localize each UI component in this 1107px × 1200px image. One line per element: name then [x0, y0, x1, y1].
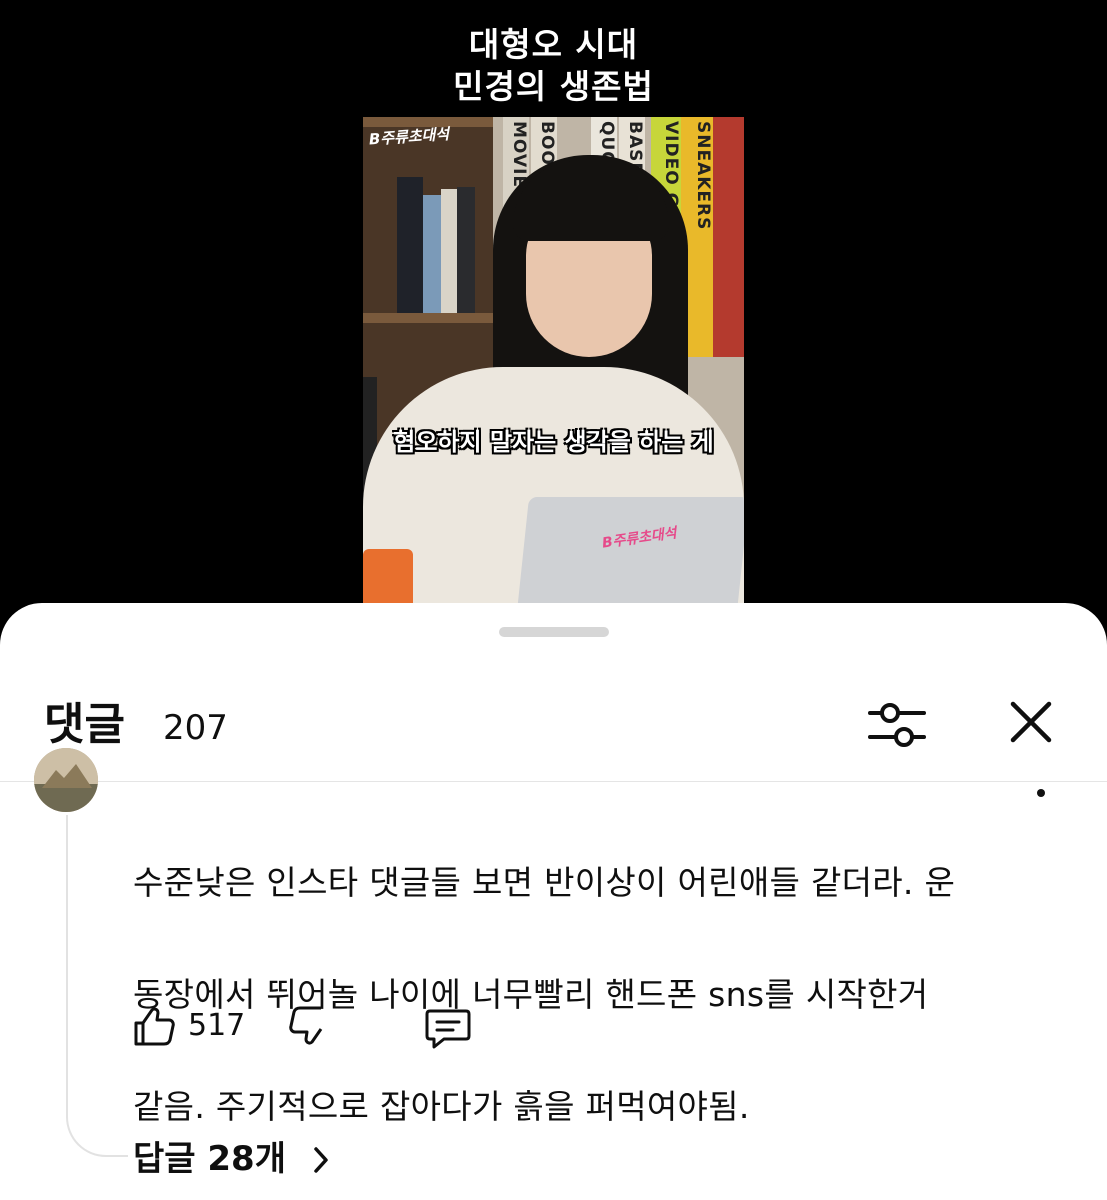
replies-label: 답글 28개 [133, 1139, 286, 1179]
video-subtitle: 혐오하지 말자는 생각을 하는 게 [393, 428, 714, 456]
comment-text-line: 같음. 주기적으로 잡아다가 흙을 퍼먹여야됨. [133, 1087, 750, 1126]
thumbs-down-icon [289, 1006, 323, 1045]
video-player[interactable]: MOVIE BOOK QUO BASEBALL VIDEO GAME SNEAK… [363, 117, 744, 607]
comments-sheet: 댓글 207 수준낮은 인스타 댓글들 보면 반이상이 어린애들 같더라. 운 … [0, 603, 1107, 1200]
video-title-line1: 대형오 시대 [468, 25, 639, 64]
comments-header: 댓글 207 [0, 671, 1107, 779]
book [441, 189, 457, 313]
like-button[interactable]: 517 [128, 999, 248, 1053]
book [423, 195, 441, 313]
dislike-button[interactable] [284, 999, 338, 1053]
close-button[interactable] [1002, 693, 1060, 751]
thumbs-up-icon [134, 1007, 175, 1046]
video-title-line2: 민경의 생존법 [453, 67, 654, 106]
video-title: 대형오 시대 민경의 생존법 [0, 24, 1107, 108]
close-icon [1010, 701, 1052, 743]
book [457, 187, 475, 313]
sliders-icon [868, 703, 926, 747]
thread-line [66, 815, 128, 1157]
reply-button[interactable] [418, 999, 472, 1053]
comment-text-line: 수준낮은 인스타 댓글들 보면 반이상이 어린애들 같더라. 운 [133, 863, 956, 902]
replies-link[interactable]: 답글 28개 [133, 1133, 328, 1185]
shelf-board [363, 313, 493, 323]
book [397, 177, 423, 313]
avatar-image [34, 748, 98, 812]
chevron-right-icon [314, 1147, 328, 1173]
comments-title: 댓글 [44, 699, 125, 750]
more-vertical-icon[interactable] [1037, 789, 1045, 797]
header-divider [0, 781, 1107, 782]
like-count: 517 [188, 1008, 246, 1043]
comments-count: 207 [163, 708, 228, 748]
drag-handle[interactable] [499, 627, 609, 637]
book-spine [713, 117, 744, 357]
mug [363, 549, 413, 607]
filter-button[interactable] [864, 697, 930, 753]
screen: 대형오 시대 민경의 생존법 MOVIE BOOK QUO BASEBALL V… [0, 0, 1107, 1200]
comment-icon [425, 1009, 471, 1049]
comment-text-line: 동장에서 뛰어놀 나이에 너무빨리 핸드폰 sns를 시작한거 [133, 975, 929, 1014]
avatar[interactable] [34, 748, 98, 812]
